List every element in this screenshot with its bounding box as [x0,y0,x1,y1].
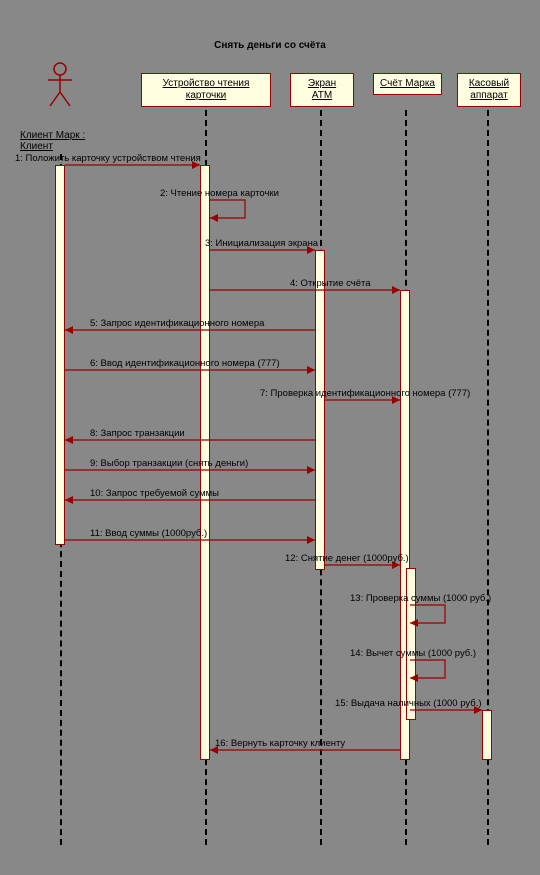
message-label: 16: Вернуть карточку клиенту [215,738,345,749]
